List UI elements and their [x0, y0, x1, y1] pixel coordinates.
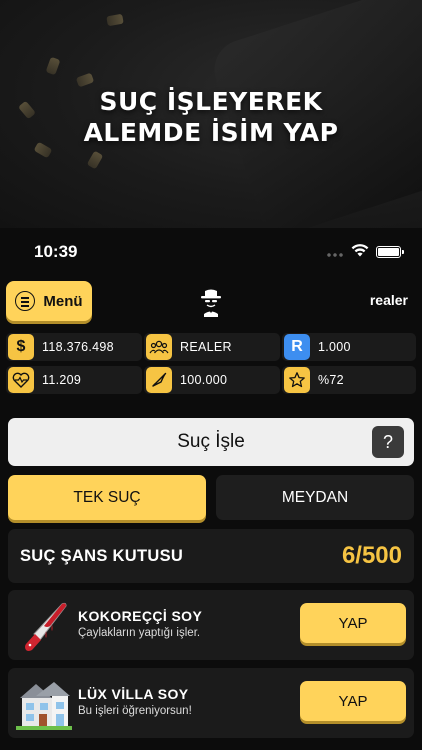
stat-gang: REALER — [144, 333, 280, 361]
bullet-shell-image — [86, 150, 104, 170]
do-crime-button[interactable]: YAP — [300, 681, 406, 721]
stat-money: $ 118.376.498 — [6, 333, 142, 361]
stat-ammo-value: 100.000 — [180, 373, 228, 387]
star-icon — [284, 367, 310, 393]
crime-description: Çaylakların yaptığı işler. — [78, 627, 201, 639]
status-bar: 10:39 — [0, 228, 422, 274]
menu-button[interactable]: Menü — [6, 281, 92, 321]
do-crime-button[interactable]: YAP — [300, 603, 406, 643]
stat-credits: R 1.000 — [282, 333, 416, 361]
menu-lines-icon — [15, 291, 36, 311]
heart-pulse-icon — [8, 367, 34, 393]
group-icon — [146, 334, 172, 360]
crime-mode-tabs: TEK SUÇ MEYDAN — [8, 475, 414, 520]
house-icon — [16, 682, 72, 730]
r-coin-icon: R — [284, 334, 310, 360]
tab-single-crime[interactable]: TEK SUÇ — [8, 475, 206, 520]
commit-crime-label: Suç İşle — [177, 431, 245, 452]
bullet-shell-image — [45, 56, 61, 76]
stat-reputation: %72 — [282, 366, 416, 394]
crime-chance-box: SUÇ ŞANS KUTUSU 6/500 — [8, 529, 414, 583]
signal-dots-icon — [326, 253, 344, 257]
crime-card: LÜX VİLLA SOY Bu işleri öğreniyorsun! YA… — [8, 668, 414, 738]
crime-description: Bu işleri öğreniyorsun! — [78, 705, 192, 717]
stat-ammo: 100.000 — [144, 366, 280, 394]
promo-headline-line1: SUÇ İŞLEYEREK — [99, 87, 323, 116]
promo-banner: SUÇ İŞLEYEREK ALEMDE İSİM YAP — [0, 0, 422, 228]
dollar-icon: $ — [8, 334, 34, 360]
chance-box-label: SUÇ ŞANS KUTUSU — [20, 546, 184, 565]
username: realer — [369, 292, 408, 308]
app-bar: Menü realer — [6, 281, 416, 321]
crime-card: KOKOREÇÇİ SOY Çaylakların yaptığı işler.… — [8, 590, 414, 660]
bloody-knife-icon — [25, 602, 67, 651]
chance-box-count: 6/500 — [341, 542, 402, 569]
commit-crime-button[interactable]: Suç İşle ? — [8, 418, 414, 466]
promo-headline: SUÇ İŞLEYEREK ALEMDE İSİM YAP — [0, 86, 422, 148]
stat-credits-value: 1.000 — [318, 340, 351, 354]
tab-square[interactable]: MEYDAN — [216, 475, 414, 520]
stat-money-value: 118.376.498 — [42, 340, 114, 354]
bullet-shell-image — [106, 13, 124, 27]
wifi-icon — [351, 244, 369, 257]
menu-button-label: Menü — [43, 292, 83, 310]
status-time: 10:39 — [34, 242, 78, 261]
crime-title: LÜX VİLLA SOY — [78, 686, 189, 702]
stat-gang-value: REALER — [180, 340, 232, 354]
stat-reputation-value: %72 — [318, 373, 344, 387]
gangster-avatar-icon — [201, 289, 221, 317]
promo-headline-line2: ALEMDE İSİM YAP — [83, 118, 339, 147]
crime-title: KOKOREÇÇİ SOY — [78, 608, 203, 624]
stat-health: 11.209 — [6, 366, 142, 394]
bullet-icon — [146, 367, 172, 393]
help-button[interactable]: ? — [372, 426, 404, 458]
stat-health-value: 11.209 — [42, 373, 82, 387]
battery-icon — [376, 246, 404, 258]
app-screen: 10:39 Menü realer $ 118.376.498 REALER R… — [0, 228, 422, 750]
